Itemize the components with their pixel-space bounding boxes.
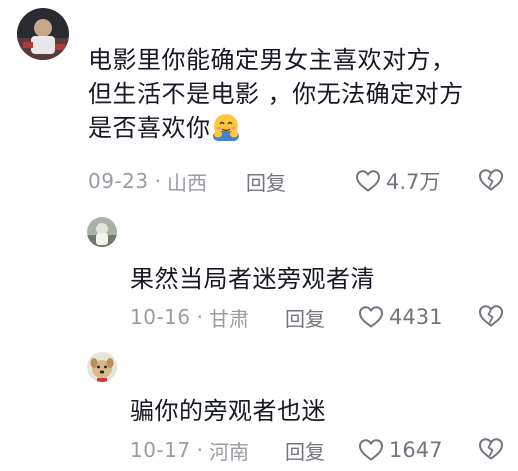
avatar[interactable] [17,8,69,60]
avatar[interactable] [87,352,117,382]
like-button[interactable]: 1647 [358,435,442,465]
reply-button[interactable]: 回复 [285,436,325,465]
comment-text-line: 电影里你能确定男女主喜欢对方， [88,46,456,74]
comment-item: 电影里你能确定男女主喜欢对方， 但生活不是电影 ，你无法确定对方 是否喜欢你 0… [0,0,518,210]
separator-dot: · [196,438,203,462]
heart-outline-icon [359,439,383,461]
broken-heart-icon [479,169,503,191]
like-button[interactable]: 4431 [358,302,442,332]
like-count: 1647 [389,438,443,462]
reply-text: 果然当局者迷旁观者清 [130,265,375,293]
comment-text-line: 但生活不是电影 ，你无法确定对方 [88,80,464,108]
reply-item: 果然当局者迷旁观者清 10-16 · 甘肃 回复 4431 [0,210,518,340]
broken-heart-icon [479,438,503,460]
comment-location: 河南 [208,439,249,464]
dislike-button[interactable] [478,304,504,332]
dislike-button[interactable] [478,168,504,196]
heart-outline-icon [356,170,380,192]
broken-heart-icon [479,305,503,327]
reply-meta: 10-17 · 河南 回复 [130,435,510,465]
comment-meta: 09-23 · 山西 回复 [88,166,508,196]
comment-location: 甘肃 [208,306,249,331]
comment-text: 电影里你能确定男女主喜欢对方， 但生活不是电影 ，你无法确定对方 是否喜欢你 [88,43,508,145]
like-count: 4431 [389,305,443,329]
separator-dot: · [196,305,203,329]
reply-button[interactable]: 回复 [246,167,286,196]
dislike-button[interactable] [478,437,504,465]
like-button[interactable]: 4.7万 [355,166,440,196]
reply-meta: 10-16 · 甘肃 回复 [130,302,510,332]
comment-date: 09-23 [88,169,149,193]
hugging-face-emoji-icon [211,112,241,142]
comment-location: 山西 [166,170,207,195]
avatar[interactable] [87,217,117,247]
comment-date: 10-17 [130,438,191,462]
reply-text: 骗你的旁观者也迷 [130,397,326,425]
reply-button[interactable]: 回复 [285,303,325,332]
heart-outline-icon [359,306,383,328]
comment-text-line: 是否喜欢你 [88,111,508,145]
like-count: 4.7万 [386,170,441,194]
reply-item: 骗你的旁观者也迷 10-17 · 河南 回复 1647 [0,340,518,471]
separator-dot: · [154,169,161,193]
comment-date: 10-16 [130,305,191,329]
